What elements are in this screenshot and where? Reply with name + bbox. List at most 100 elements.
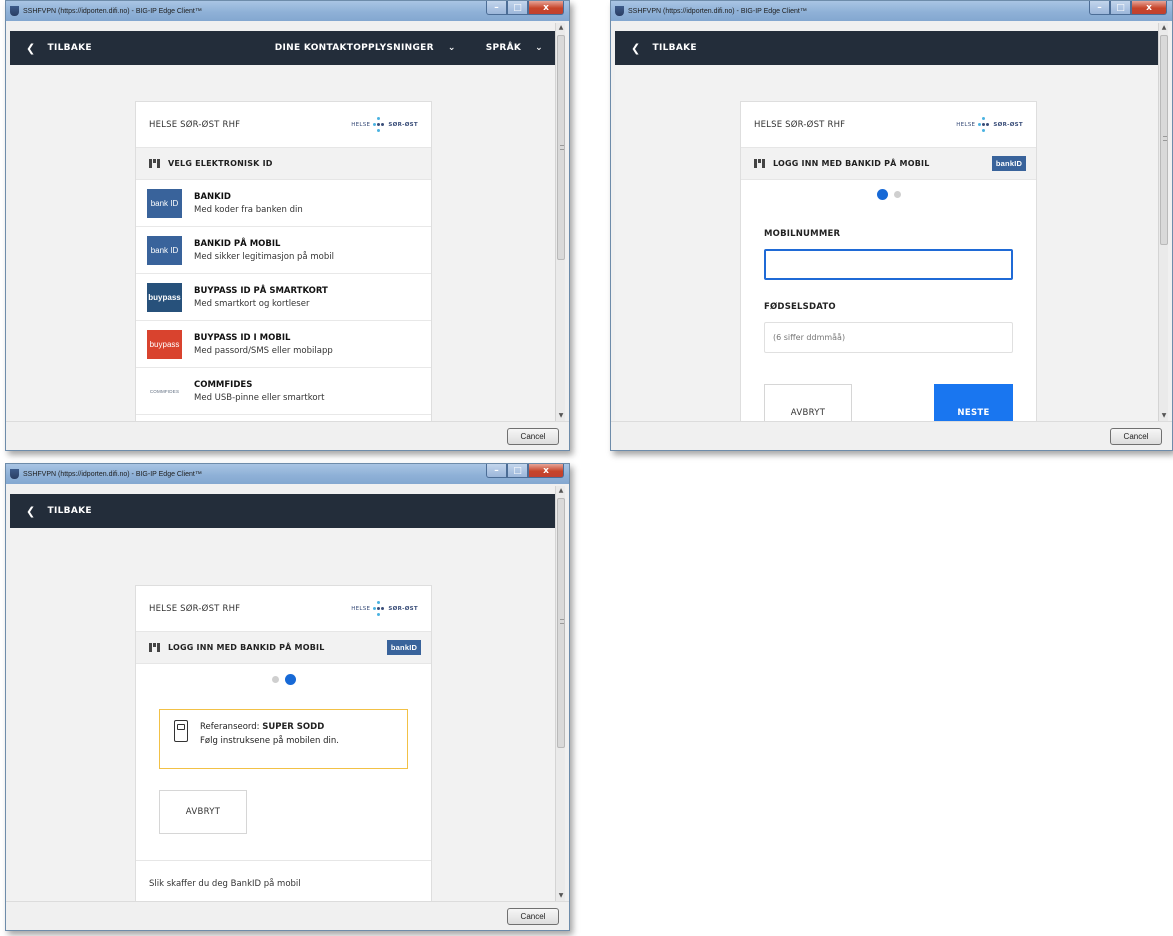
scroll-up-icon[interactable]: ▲ (1159, 23, 1169, 33)
section-heading-label: VELG ELEKTRONISK ID (168, 159, 273, 168)
section-heading: LOGG INN MED BANKID PÅ MOBIL bankID (741, 148, 1036, 180)
eid-title: BUYPASS ID PÅ SMARTKORT (194, 285, 328, 296)
card-header: HELSE SØR-ØST RHF HELSE SØR-ØST (136, 102, 431, 148)
language-menu[interactable]: SPRÅK ⌄ (486, 43, 543, 53)
eid-option[interactable]: bank ID BANKID PÅ MOBIL Med sikker legitim… (136, 227, 431, 274)
scroll-up-icon[interactable]: ▲ (556, 23, 566, 33)
org-logo-left: HELSE (351, 121, 371, 128)
login-card: HELSE SØR-ØST RHF HELSE SØR-ØST LOGG INN… (135, 585, 432, 901)
bankid-logo: bankID (992, 156, 1026, 171)
vertical-scrollbar[interactable]: ▲ ▼ (555, 486, 565, 901)
mobile-number-input[interactable] (764, 249, 1013, 280)
minimize-button[interactable]: – (1089, 1, 1110, 15)
back-link[interactable]: ❮ TILBAKE (631, 42, 697, 55)
reference-word: SUPER SODD (262, 722, 325, 732)
cancel-login-button[interactable]: AVBRYT (764, 384, 852, 421)
cancel-login-button[interactable]: AVBRYT (159, 790, 247, 834)
login-card: HELSE SØR-ØST RHF HELSE SØR-ØST VELG ELE… (135, 101, 432, 421)
close-button[interactable]: x (528, 1, 564, 15)
top-nav: ❮ TILBAKE (10, 494, 555, 528)
maximize-button[interactable]: □ (507, 464, 528, 478)
dots-icon (372, 116, 386, 133)
eid-option[interactable]: bank ID BANKID Med koder fra banken din (136, 180, 431, 227)
close-icon: x (543, 465, 549, 476)
shield-icon (10, 469, 19, 479)
id-card-icon (149, 159, 160, 168)
vertical-scrollbar[interactable]: ▲ ▼ (555, 23, 565, 421)
step-indicator (136, 674, 431, 685)
window-title: SSHFVPN (https://idporten.difi.no) - BIG… (628, 7, 807, 15)
title-bar: SSHFVPN (https://idporten.difi.no) - BIG… (6, 1, 569, 21)
dob-label: FØDSELSDATO (764, 302, 836, 312)
close-icon: x (1146, 2, 1152, 13)
next-button[interactable]: NESTE (934, 384, 1013, 421)
reference-line: Referanseord: SUPER SODD (200, 720, 339, 734)
card-header: HELSE SØR-ØST RHF HELSE SØR-ØST (741, 102, 1036, 148)
scroll-down-icon[interactable]: ▼ (556, 411, 566, 421)
id-card-icon (149, 643, 160, 652)
eid-option[interactable]: COMMFIDES COMMFIDES Med USB-pinne eller sm… (136, 368, 431, 415)
dob-input[interactable]: (6 siffer ddmmåå) (764, 322, 1013, 353)
footer-bar: Cancel (611, 421, 1172, 450)
step-dot-active (284, 674, 296, 685)
section-heading-label: LOGG INN MED BANKID PÅ MOBIL (773, 159, 930, 168)
section-heading: VELG ELEKTRONISK ID (136, 148, 431, 180)
top-nav: ❮ TILBAKE (615, 31, 1158, 65)
section-heading-label: LOGG INN MED BANKID PÅ MOBIL (168, 643, 325, 652)
step-dot (893, 191, 901, 198)
org-logo: HELSE SØR-ØST (351, 600, 418, 617)
scroll-down-icon[interactable]: ▼ (556, 891, 566, 901)
eid-subtitle: Med passord/SMS eller mobilapp (194, 345, 333, 356)
window-title: SSHFVPN (https://idporten.difi.no) - BIG… (23, 7, 202, 15)
window-title: SSHFVPN (https://idporten.difi.no) - BIG… (23, 470, 202, 478)
scroll-down-icon[interactable]: ▼ (1159, 411, 1169, 421)
step-indicator (741, 189, 1036, 200)
login-card: HELSE SØR-ØST RHF HELSE SØR-ØST LOGG INN… (740, 101, 1037, 421)
edge-client-window-select-id: SSHFVPN (https://idporten.difi.no) - BIG… (5, 0, 570, 451)
maximize-button[interactable]: □ (507, 1, 528, 15)
cancel-button[interactable]: Cancel (507, 908, 559, 925)
org-logo-right: SØR-ØST (993, 121, 1023, 128)
dots-icon (977, 116, 991, 133)
eid-title: BUYPASS ID I MOBIL (194, 332, 291, 343)
scroll-thumb[interactable] (557, 498, 565, 748)
eid-option[interactable]: buypass BUYPASS ID I MOBIL Med passord/SMS… (136, 321, 431, 368)
eid-title: COMMFIDES (194, 379, 253, 390)
back-label: TILBAKE (47, 43, 92, 53)
edge-client-window-confirm: SSHFVPN (https://idporten.difi.no) - BIG… (5, 463, 570, 931)
back-link[interactable]: ❮ TILBAKE (26, 505, 92, 518)
eid-logo: COMMFIDES (147, 376, 182, 406)
org-logo-right: SØR-ØST (388, 605, 418, 612)
eid-option[interactable]: buypass BUYPASS ID PÅ SMARTKORT Med smartk… (136, 274, 431, 321)
step-dot-active (876, 189, 888, 200)
footer-bar: Cancel (6, 901, 569, 930)
close-button[interactable]: x (528, 464, 564, 478)
scroll-thumb[interactable] (557, 35, 565, 260)
eid-subtitle: Med smartkort og kortleser (194, 298, 310, 309)
edge-client-window-mobile-login: SSHFVPN (https://idporten.difi.no) - BIG… (610, 0, 1173, 451)
cancel-button[interactable]: Cancel (507, 428, 559, 445)
bankid-help-link[interactable]: Slik skaffer du deg BankID på mobil (136, 860, 431, 901)
contact-info-menu[interactable]: DINE KONTAKTOPPLYSNINGER ⌄ (275, 43, 456, 53)
minimize-button[interactable]: – (486, 464, 507, 478)
shield-icon (10, 6, 19, 16)
back-label: TILBAKE (652, 43, 697, 53)
org-name: HELSE SØR-ØST RHF (149, 119, 241, 130)
scroll-up-icon[interactable]: ▲ (556, 486, 566, 496)
org-logo: HELSE SØR-ØST (351, 116, 418, 133)
eid-list: bank ID BANKID Med koder fra banken din ban… (136, 180, 431, 415)
phone-message-icon (174, 720, 188, 742)
cancel-button[interactable]: Cancel (1110, 428, 1162, 445)
back-link[interactable]: ❮ TILBAKE (26, 42, 92, 55)
org-logo: HELSE SØR-ØST (956, 116, 1023, 133)
shield-icon (615, 6, 624, 16)
eid-title: BANKID (194, 191, 231, 202)
back-label: TILBAKE (47, 506, 92, 516)
scroll-thumb[interactable] (1160, 35, 1168, 245)
mobile-label: MOBILNUMMER (764, 229, 841, 239)
maximize-button[interactable]: □ (1110, 1, 1131, 15)
minimize-button[interactable]: – (486, 1, 507, 15)
bankid-logo: bankID (387, 640, 421, 655)
close-button[interactable]: x (1131, 1, 1167, 15)
vertical-scrollbar[interactable]: ▲ ▼ (1158, 23, 1168, 421)
